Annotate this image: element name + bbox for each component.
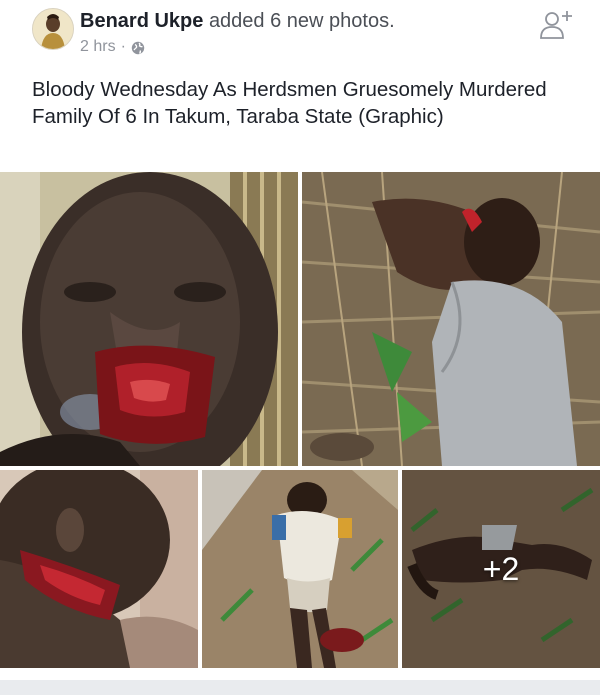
photo-4[interactable] bbox=[202, 470, 398, 668]
author-line: Benard Ukpe added 6 new photos. bbox=[80, 8, 395, 34]
author-name[interactable]: Benard Ukpe bbox=[80, 10, 203, 32]
photo-3[interactable] bbox=[0, 470, 198, 668]
meta-separator: · bbox=[120, 38, 126, 55]
photo-3-image bbox=[0, 470, 198, 668]
more-photos-count: +2 bbox=[482, 550, 520, 587]
post-time[interactable]: 2 hrs bbox=[80, 36, 116, 58]
photo-grid: +2 bbox=[0, 172, 600, 668]
photo-1-image bbox=[0, 172, 298, 466]
post-action: added 6 new photos. bbox=[208, 10, 395, 32]
photo-5[interactable]: +2 bbox=[402, 470, 600, 668]
post-text: Bloody Wednesday As Herdsmen Gruesomely … bbox=[32, 78, 547, 128]
globe-icon bbox=[131, 40, 145, 55]
photo-4-image bbox=[202, 470, 398, 668]
more-photos-overlay[interactable]: +2 bbox=[402, 470, 600, 668]
post-meta: 2 hrs · bbox=[80, 36, 145, 58]
feed-gap bbox=[0, 680, 600, 695]
photo-2-image bbox=[302, 172, 600, 466]
post-card: Benard Ukpe added 6 new photos. 2 hrs · … bbox=[0, 0, 600, 681]
add-friend-icon[interactable] bbox=[538, 6, 574, 42]
post-header: Benard Ukpe added 6 new photos. 2 hrs · bbox=[0, 0, 600, 64]
avatar-image bbox=[33, 9, 73, 49]
photo-1[interactable] bbox=[0, 172, 298, 466]
author-avatar[interactable] bbox=[32, 8, 74, 50]
photo-2[interactable] bbox=[302, 172, 600, 466]
